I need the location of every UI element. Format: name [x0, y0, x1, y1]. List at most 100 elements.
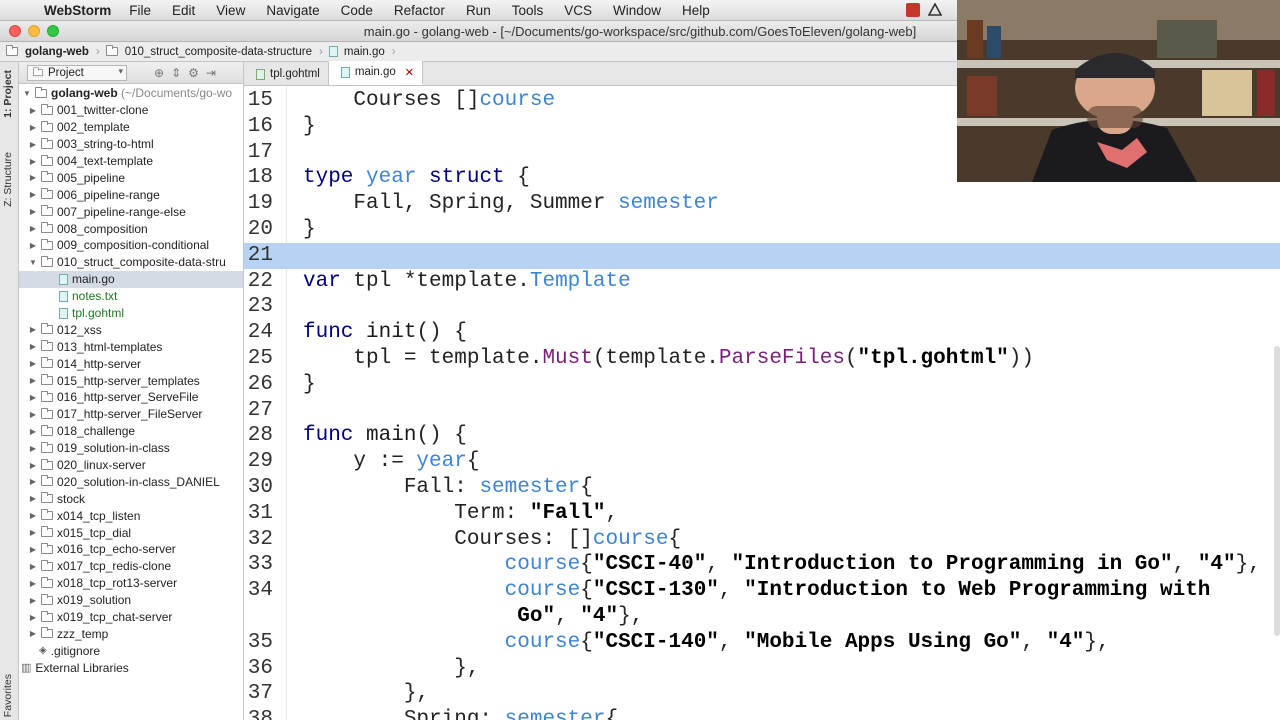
- chevron-right-icon[interactable]: ▶: [27, 477, 39, 486]
- chevron-right-icon[interactable]: ▶: [27, 511, 39, 520]
- code-line[interactable]: 37 },: [244, 681, 1280, 707]
- tree-folder[interactable]: ▶ 007_pipeline-range-else: [19, 203, 243, 220]
- tree-folder[interactable]: ▶ 002_template: [19, 119, 243, 136]
- project-view-select[interactable]: Project: [27, 64, 127, 81]
- code-line[interactable]: 38 Spring: semester{: [244, 707, 1280, 720]
- tree-folder[interactable]: ▶ stock: [19, 490, 243, 507]
- tree-folder[interactable]: ▶ 004_text-template: [19, 153, 243, 170]
- tree-folder[interactable]: ▶ 013_html-templates: [19, 338, 243, 355]
- editor-scrollbar[interactable]: [1274, 346, 1280, 636]
- code-line[interactable]: 19 Fall, Spring, Summer semester: [244, 191, 1280, 217]
- tree-folder[interactable]: ▶ 017_http-server_FileServer: [19, 406, 243, 423]
- menu-item-help[interactable]: Help: [682, 3, 710, 18]
- code-line[interactable]: 33 course{"CSCI-40", "Introduction to Pr…: [244, 552, 1280, 578]
- breadcrumb-folder[interactable]: 010_struct_composite-data-structure ›: [105, 45, 323, 58]
- chevron-right-icon[interactable]: ▶: [27, 106, 39, 115]
- app-name-menu[interactable]: WebStorm: [44, 3, 111, 18]
- chevron-right-icon[interactable]: ▶: [27, 528, 39, 537]
- menu-item-window[interactable]: Window: [613, 3, 661, 18]
- tree-folder[interactable]: ▶ 008_composition: [19, 220, 243, 237]
- code-line[interactable]: Go", "4"},: [244, 604, 1280, 630]
- drive-icon[interactable]: [927, 2, 943, 17]
- chevron-right-icon[interactable]: ▶: [27, 393, 39, 402]
- chevron-right-icon[interactable]: ▶: [27, 342, 39, 351]
- code-line[interactable]: 25 tpl = template.Must(template.ParseFil…: [244, 346, 1280, 372]
- tab-main-go[interactable]: main.go ✕: [328, 61, 423, 85]
- code-line[interactable]: 22 var tpl *template.Template: [244, 269, 1280, 295]
- tree-folder[interactable]: ▶ x019_solution: [19, 592, 243, 609]
- chevron-right-icon[interactable]: ▶: [27, 359, 39, 368]
- tree-folder[interactable]: ▶ x019_tcp_chat-server: [19, 609, 243, 626]
- code-line[interactable]: 29 y := year{: [244, 449, 1280, 475]
- chevron-right-icon[interactable]: ▶: [27, 545, 39, 554]
- tree-folder[interactable]: ▶ 016_http-server_ServeFile: [19, 389, 243, 406]
- breadcrumb-file[interactable]: main.go ›: [328, 46, 396, 58]
- code-line[interactable]: 30 Fall: semester{: [244, 475, 1280, 501]
- chevron-right-icon[interactable]: ▶: [27, 207, 39, 216]
- status-app-icon[interactable]: [906, 3, 920, 17]
- menu-item-navigate[interactable]: Navigate: [266, 3, 319, 18]
- tree-folder[interactable]: ▶ 009_composition-conditional: [19, 237, 243, 254]
- code-line[interactable]: 31 Term: "Fall",: [244, 501, 1280, 527]
- chevron-right-icon[interactable]: ▶: [27, 241, 39, 250]
- tree-file[interactable]: notes.txt: [19, 288, 243, 305]
- code-line[interactable]: 21: [244, 242, 1280, 269]
- tab-tpl-gohtml[interactable]: tpl.gohtml: [244, 63, 329, 85]
- tree-folder[interactable]: ▼ 010_struct_composite-data-stru: [19, 254, 243, 271]
- tree-folder[interactable]: ▶ x017_tcp_redis-clone: [19, 558, 243, 575]
- chevron-right-icon[interactable]: ▶: [27, 123, 39, 132]
- tree-folder[interactable]: ▶ 012_xss: [19, 321, 243, 338]
- menu-item-tools[interactable]: Tools: [512, 3, 544, 18]
- code-line[interactable]: 20}: [244, 217, 1280, 243]
- tab-structure[interactable]: Z: Structure: [2, 152, 14, 207]
- code-line[interactable]: 26}: [244, 372, 1280, 398]
- menu-item-vcs[interactable]: VCS: [564, 3, 592, 18]
- chevron-right-icon[interactable]: ▶: [27, 461, 39, 470]
- gear-icon[interactable]: ⚙: [188, 66, 199, 80]
- code-line[interactable]: 23: [244, 294, 1280, 320]
- chevron-right-icon[interactable]: ▶: [27, 224, 39, 233]
- chevron-right-icon[interactable]: ▶: [27, 190, 39, 199]
- breadcrumb-project[interactable]: golang-web ›: [6, 45, 100, 58]
- tree-folder[interactable]: ▶ 018_challenge: [19, 423, 243, 440]
- code-line[interactable]: 36 },: [244, 656, 1280, 682]
- tree-folder[interactable]: ▶ zzz_temp: [19, 626, 243, 643]
- tree-folder[interactable]: ▶ 014_http-server: [19, 355, 243, 372]
- chevron-right-icon[interactable]: ▶: [27, 629, 39, 638]
- chevron-right-icon[interactable]: ▶: [27, 427, 39, 436]
- menu-item-file[interactable]: File: [129, 3, 151, 18]
- collapse-all-icon[interactable]: ⇕: [171, 66, 181, 80]
- code-line[interactable]: 28 func main() {: [244, 423, 1280, 449]
- chevron-down-icon[interactable]: ▼: [21, 89, 33, 98]
- chevron-right-icon[interactable]: ▶: [27, 410, 39, 419]
- tree-file[interactable]: main.go: [19, 270, 243, 288]
- tree-folder[interactable]: ▶ 005_pipeline: [19, 169, 243, 186]
- tree-file[interactable]: tpl.gohtml: [19, 305, 243, 322]
- chevron-right-icon[interactable]: ▶: [27, 494, 39, 503]
- code-line[interactable]: 32 Courses: []course{: [244, 527, 1280, 553]
- tree-file[interactable]: ◈ .gitignore: [19, 642, 243, 659]
- tree-folder[interactable]: ▶ x016_tcp_echo-server: [19, 541, 243, 558]
- chevron-right-icon[interactable]: ▶: [27, 376, 39, 385]
- tree-folder[interactable]: ▶ 006_pipeline-range: [19, 186, 243, 203]
- menu-item-edit[interactable]: Edit: [172, 3, 195, 18]
- scroll-from-source-icon[interactable]: ⊕: [154, 66, 164, 80]
- tree-root[interactable]: ▼ golang-web (~/Documents/go-wo: [19, 85, 243, 102]
- tree-file[interactable]: ▥ External Libraries: [19, 659, 243, 676]
- hide-panel-icon[interactable]: ⇥: [206, 66, 216, 80]
- code-line[interactable]: 34 course{"CSCI-130", "Introduction to W…: [244, 578, 1280, 604]
- tab-project[interactable]: 1: Project: [2, 70, 14, 118]
- chevron-right-icon[interactable]: ▶: [27, 613, 39, 622]
- menu-item-run[interactable]: Run: [466, 3, 491, 18]
- tree-folder[interactable]: ▶ 020_solution-in-class_DANIEL: [19, 473, 243, 490]
- chevron-right-icon[interactable]: ▶: [27, 562, 39, 571]
- menu-item-view[interactable]: View: [216, 3, 245, 18]
- code-line[interactable]: 27: [244, 398, 1280, 424]
- chevron-right-icon[interactable]: ▶: [27, 579, 39, 588]
- tree-folder[interactable]: ▶ 019_solution-in-class: [19, 440, 243, 457]
- code-line[interactable]: 24 func init() {: [244, 320, 1280, 346]
- chevron-right-icon[interactable]: ▶: [27, 596, 39, 605]
- close-tab-icon[interactable]: ✕: [405, 66, 414, 79]
- tree-folder[interactable]: ▶ x018_tcp_rot13-server: [19, 575, 243, 592]
- tree-folder[interactable]: ▶ 003_string-to-html: [19, 136, 243, 153]
